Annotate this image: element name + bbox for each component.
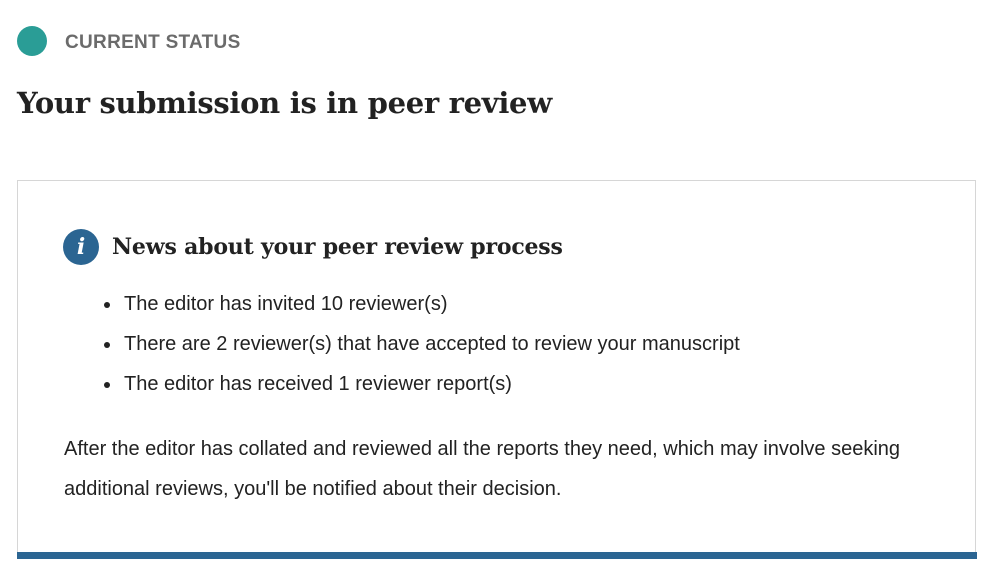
card-heading: News about your peer review process xyxy=(112,234,563,260)
decision-footnote: After the editor has collated and review… xyxy=(64,438,901,500)
list-item: The editor has invited 10 reviewer(s) xyxy=(66,290,740,330)
card-header: i News about your peer review process xyxy=(63,229,563,265)
list-item: There are 2 reviewer(s) that have accept… xyxy=(66,330,740,370)
status-label: CURRENT STATUS xyxy=(65,32,241,53)
list-item: The editor has received 1 reviewer repor… xyxy=(66,370,740,410)
news-list: The editor has invited 10 reviewer(s) Th… xyxy=(66,290,740,410)
card-accent-bar xyxy=(17,552,977,559)
peer-review-news-card: i News about your peer review process Th… xyxy=(17,180,976,552)
status-indicator: CURRENT STATUS xyxy=(17,26,241,56)
page-title: Your submission is in peer review xyxy=(17,86,552,120)
info-icon: i xyxy=(63,229,99,265)
status-dot-icon xyxy=(17,26,47,56)
